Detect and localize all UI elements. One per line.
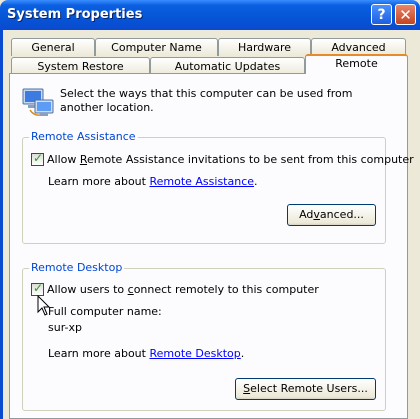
accelerator-key: R [79, 153, 88, 166]
remote-assistance-checkbox[interactable]: ✓ [31, 151, 44, 166]
learn-more-remote-assistance: Learn more about Remote Assistance. [48, 175, 258, 188]
remote-desktop-checkbox-label[interactable]: Allow users to connect remotely to this … [47, 283, 319, 296]
full-computer-name-label: Full computer name: [48, 305, 162, 318]
help-button[interactable]: ? [371, 4, 392, 25]
system-properties-window: System Properties ? ✕ General Computer N… [0, 0, 420, 419]
label-text: emote Assistance invitations to be sent … [87, 153, 414, 166]
learn-more-suffix: . [240, 347, 245, 360]
computer-network-icon [22, 88, 54, 116]
tab-computer-name[interactable]: Computer Name [95, 38, 218, 56]
remote-assistance-checkbox-label[interactable]: Allow Remote Assistance invitations to b… [47, 153, 414, 166]
label-text: Allow [47, 153, 80, 166]
learn-more-prefix: Learn more about [48, 347, 150, 360]
intro-text: Select the ways that this computer can b… [60, 87, 353, 114]
button-text: anced... [319, 208, 364, 221]
learn-more-remote-desktop: Learn more about Remote Desktop. [48, 347, 244, 360]
check-icon: ✓ [33, 281, 44, 295]
title-bar[interactable]: System Properties ? ✕ [0, 0, 420, 30]
check-icon: ✓ [33, 151, 44, 165]
remote-desktop-legend: Remote Desktop [29, 261, 125, 274]
learn-more-prefix: Learn more about [48, 175, 150, 188]
full-computer-name-value: sur-xp [48, 321, 82, 334]
tab-general[interactable]: General [11, 38, 95, 56]
learn-more-suffix: . [254, 175, 258, 188]
label-text: onnect remotely to this computer [133, 283, 319, 296]
advanced-button[interactable]: Advanced... [287, 204, 376, 226]
button-text: Ad [299, 208, 314, 221]
window-title: System Properties [7, 7, 143, 22]
remote-assistance-legend: Remote Assistance [29, 130, 138, 143]
tab-remote[interactable]: Remote [305, 54, 408, 74]
window-border [0, 30, 3, 419]
button-text: elect Remote Users... [250, 382, 368, 395]
select-remote-users-button[interactable]: Select Remote Users... [235, 378, 376, 400]
remote-desktop-link[interactable]: Remote Desktop [149, 347, 240, 360]
close-button[interactable]: ✕ [395, 4, 416, 25]
tab-hardware[interactable]: Hardware [218, 38, 311, 56]
mouse-pointer-icon [37, 295, 51, 316]
remote-assistance-link[interactable]: Remote Assistance [149, 175, 254, 188]
label-text: Allow users to [47, 283, 128, 296]
